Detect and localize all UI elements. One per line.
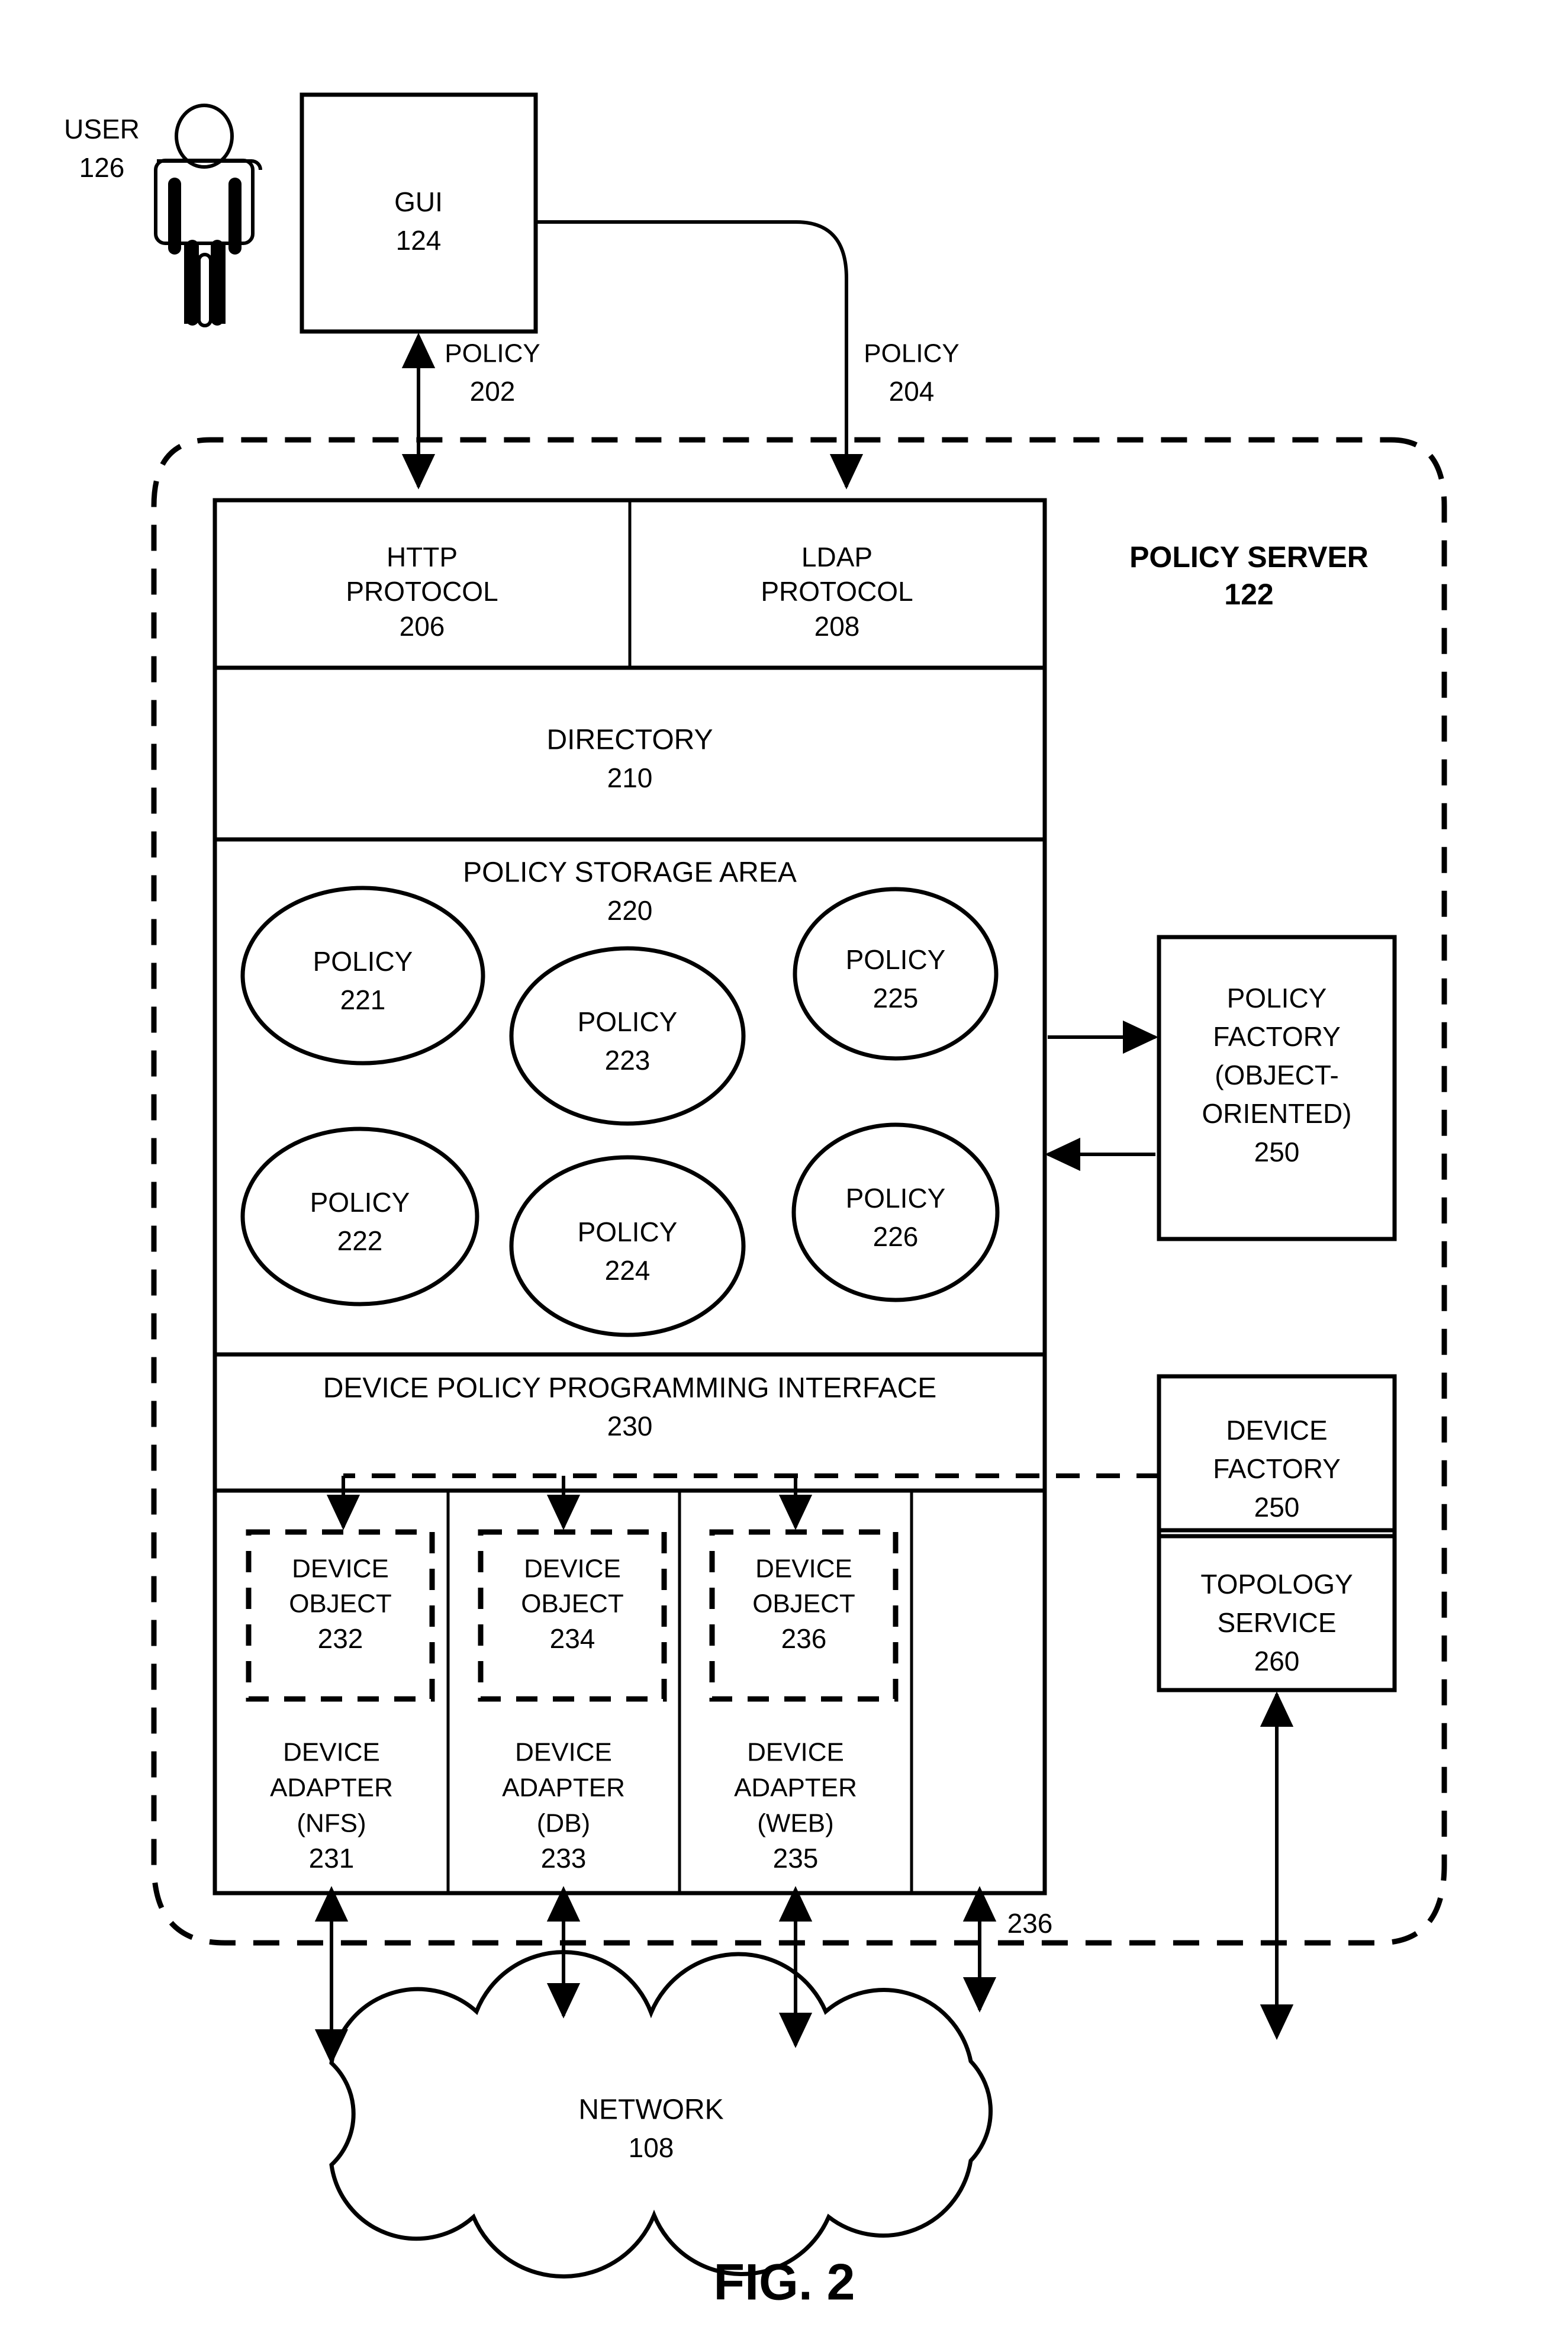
policy-204-ref: 204 [889,376,935,407]
device-adapter-231-ref: 231 [309,1843,355,1874]
device-adapter-235-line2: ADAPTER [734,1774,857,1803]
policy-223-ref: 223 [605,1045,651,1076]
policy-storage-label: POLICY STORAGE AREA [463,857,797,889]
policy-225-ref: 225 [873,983,919,1013]
policy-factory-line2: FACTORY [1213,1021,1341,1052]
policy-factory-ref: 250 [1254,1137,1300,1167]
directory-ref: 210 [607,762,653,793]
device-adapter-233-ref: 233 [541,1843,587,1874]
device-adapter-233-kind: (DB) [537,1809,590,1838]
gui-label: GUI [394,186,443,217]
device-object-232-line1: DEVICE [292,1555,389,1584]
http-protocol-line1: HTTP [387,542,458,572]
policy-221-label: POLICY [313,946,413,977]
device-adapter-233-line2: ADAPTER [502,1774,625,1803]
policy-storage-ref: 220 [607,895,653,926]
ldap-protocol-line1: LDAP [801,542,872,572]
device-object-234-ref: 234 [550,1623,595,1654]
policy-factory-line1: POLICY [1227,983,1327,1013]
policy-202-ref: 202 [470,376,516,407]
http-protocol-line2: PROTOCOL [346,576,498,607]
device-adapter-231-line1: DEVICE [283,1738,380,1767]
device-adapter-235-ref: 235 [773,1843,819,1874]
device-object-236-line1: DEVICE [755,1555,852,1584]
device-object-232-ref: 232 [318,1623,363,1654]
policy-202-label: POLICY [445,339,540,368]
dppi-ref: 230 [607,1411,653,1441]
device-factory-line1: DEVICE [1226,1415,1327,1446]
policy-204-label: POLICY [864,339,959,368]
ldap-protocol-ref: 208 [814,611,860,642]
device-object-234-line1: DEVICE [524,1555,621,1584]
gui-ref: 124 [396,225,442,256]
figure-caption: FIG. 2 [714,2254,855,2311]
device-object-234-line2: OBJECT [521,1589,624,1618]
bus-ref: 236 [1007,1908,1053,1939]
policy-222-label: POLICY [310,1187,410,1218]
topology-service-ref: 260 [1254,1646,1300,1676]
policy-224-ref: 224 [605,1255,651,1286]
person-icon [154,104,262,327]
device-factory-ref: 250 [1254,1492,1300,1523]
network-ref: 108 [629,2132,674,2163]
device-adapter-231-kind: (NFS) [297,1809,366,1838]
device-adapter-235-line1: DEVICE [747,1738,844,1767]
policy-server-label: POLICY SERVER [1129,540,1369,574]
directory-label: DIRECTORY [547,725,713,756]
actor-label: USER [64,114,140,144]
policy-226-ref: 226 [873,1221,919,1252]
dppi-label: DEVICE POLICY PROGRAMMING INTERFACE [323,1373,937,1404]
policy-225-label: POLICY [846,944,946,975]
device-factory-line2: FACTORY [1213,1453,1341,1484]
policy-223-label: POLICY [578,1006,678,1037]
patent-figure-2: USER 126 GUI 124 POLICY 202 POLICY 204 P… [0,0,1568,2330]
ldap-protocol-line2: PROTOCOL [761,576,913,607]
topology-service-line1: TOPOLOGY [1200,1569,1353,1600]
device-object-232-line2: OBJECT [289,1589,392,1618]
device-adapter-235-kind: (WEB) [757,1809,834,1838]
policy-server-ref: 122 [1224,578,1273,611]
device-object-236-ref: 236 [781,1623,827,1654]
policy-221-ref: 221 [340,984,386,1015]
policy-222-ref: 222 [337,1225,383,1256]
device-object-236-line2: OBJECT [752,1589,855,1618]
policy-226-label: POLICY [846,1183,946,1214]
device-adapter-231-line2: ADAPTER [270,1774,393,1803]
device-adapter-233-line1: DEVICE [515,1738,612,1767]
gui-to-ldap-curve [536,220,848,485]
http-protocol-ref: 206 [400,611,445,642]
policy-factory-line3: (OBJECT- [1215,1060,1339,1090]
network-label: NETWORK [578,2094,723,2126]
policy-factory-line4: ORIENTED) [1202,1098,1352,1129]
topology-service-line2: SERVICE [1217,1607,1336,1638]
policy-224-label: POLICY [578,1217,678,1247]
actor-ref: 126 [79,152,125,183]
